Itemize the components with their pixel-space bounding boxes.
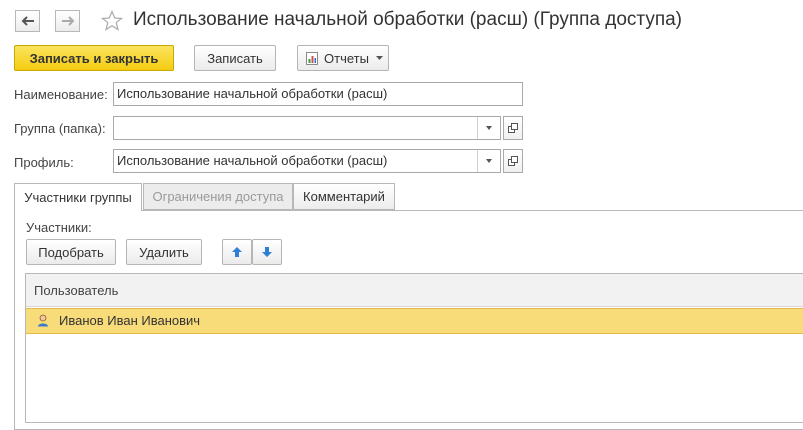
- table-row[interactable]: Иванов Иван Иванович: [26, 308, 803, 334]
- open-window-icon: [508, 156, 518, 166]
- table-header: Пользователь: [26, 274, 803, 307]
- tab-access-restrictions[interactable]: Ограничения доступа: [143, 183, 293, 210]
- star-icon: [100, 9, 124, 31]
- back-button[interactable]: [15, 10, 40, 32]
- profile-dropdown-button[interactable]: [477, 150, 500, 172]
- favorite-button[interactable]: [100, 9, 124, 35]
- column-header-user[interactable]: Пользователь: [34, 283, 118, 298]
- triangle-down-icon: [486, 126, 492, 130]
- reports-label: Отчеты: [324, 50, 369, 66]
- report-icon: [306, 51, 318, 65]
- arrow-right-icon: [61, 16, 74, 26]
- tab-group-members[interactable]: Участники группы: [14, 183, 142, 211]
- forward-button[interactable]: [55, 10, 80, 32]
- group-open-button[interactable]: [503, 116, 523, 140]
- reports-button[interactable]: Отчеты: [297, 45, 389, 71]
- delete-button[interactable]: Удалить: [126, 239, 202, 265]
- chevron-down-icon: [375, 56, 383, 60]
- move-down-button[interactable]: [252, 239, 282, 265]
- profile-value: Использование начальной обработки (расш): [117, 153, 388, 168]
- triangle-down-icon: [486, 159, 492, 163]
- page-title: Использование начальной обработки (расш)…: [133, 9, 682, 30]
- group-field[interactable]: [113, 116, 501, 140]
- save-and-close-button[interactable]: Записать и закрыть: [14, 45, 174, 71]
- save-button[interactable]: Записать: [194, 45, 276, 71]
- user-icon: [38, 314, 48, 327]
- arrow-left-icon: [21, 16, 34, 26]
- tab-comment[interactable]: Комментарий: [293, 183, 395, 210]
- move-up-button[interactable]: [222, 239, 252, 265]
- arrow-up-icon: [232, 247, 242, 257]
- user-name-cell: Иванов Иван Иванович: [59, 313, 201, 328]
- group-label: Группа (папка):: [14, 121, 106, 136]
- members-table[interactable]: Пользователь Иванов Иван Иванович: [25, 273, 803, 423]
- name-label: Наименование:: [14, 87, 108, 102]
- profile-open-button[interactable]: [503, 149, 523, 173]
- pick-button[interactable]: Подобрать: [26, 239, 116, 265]
- members-label: Участники:: [26, 220, 92, 235]
- open-window-icon: [508, 123, 518, 133]
- name-field[interactable]: Использование начальной обработки (расш): [113, 82, 523, 106]
- profile-field[interactable]: Использование начальной обработки (расш): [113, 149, 501, 173]
- profile-label: Профиль:: [14, 155, 74, 170]
- group-dropdown-button[interactable]: [477, 117, 500, 139]
- arrow-down-icon: [262, 247, 272, 257]
